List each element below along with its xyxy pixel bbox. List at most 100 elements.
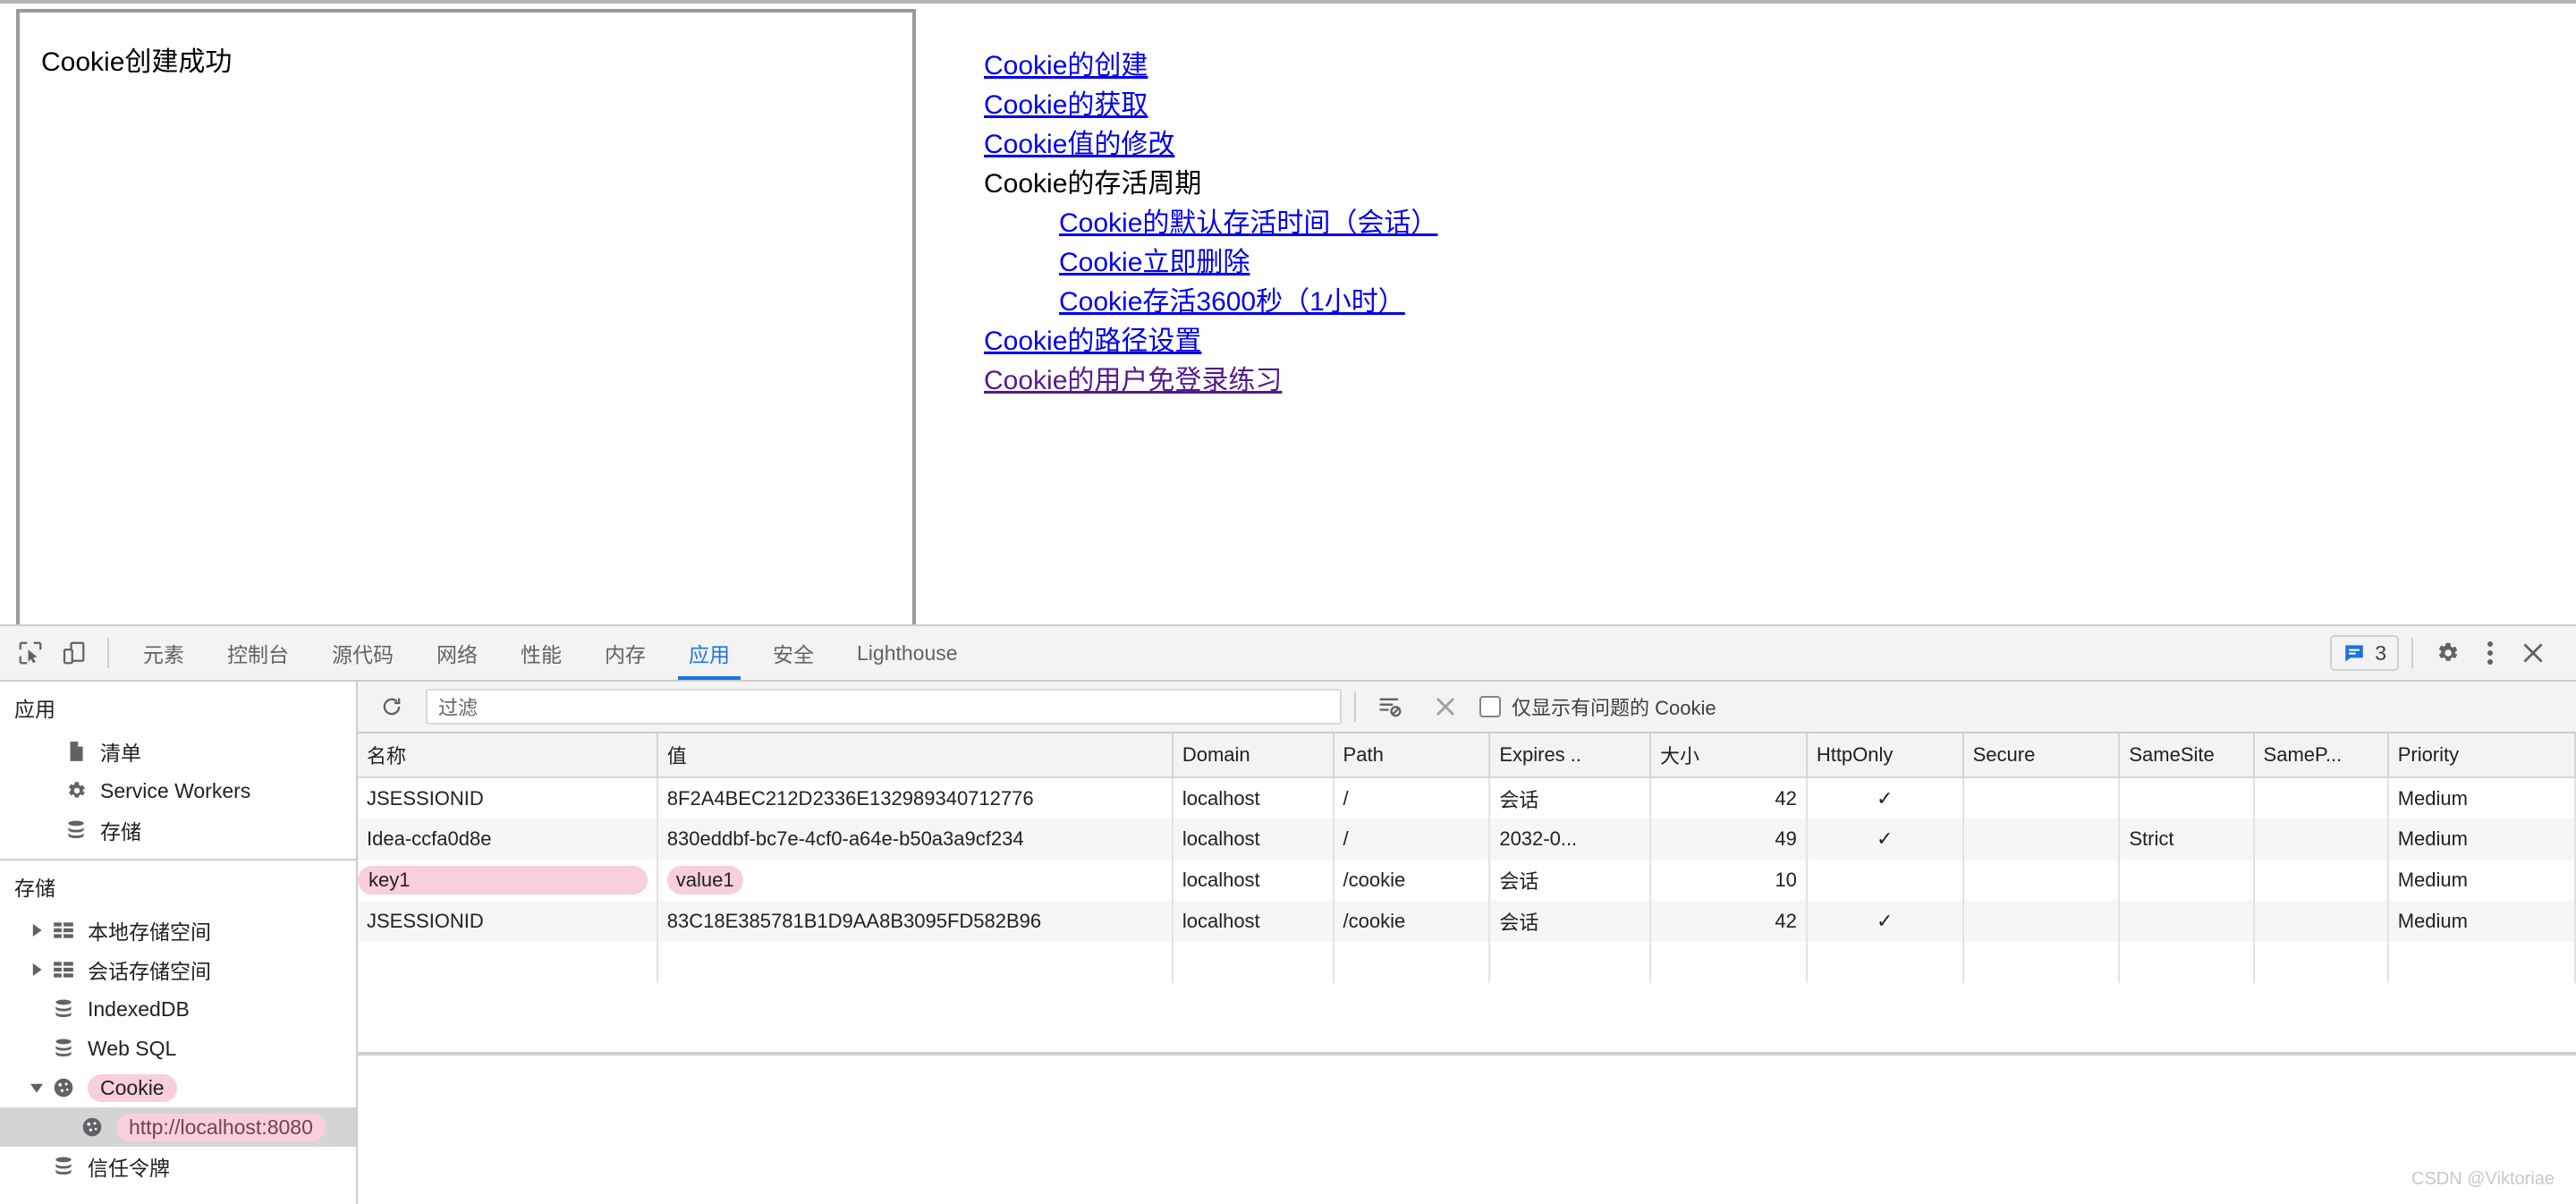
demo-link[interactable]: Cookie的默认存活时间（会话）	[1059, 208, 1437, 238]
cell-empty	[1172, 942, 1335, 983]
sidebar-item-indexeddb[interactable]: IndexedDB	[0, 989, 356, 1029]
sidebar-item-label: 清单	[100, 742, 141, 765]
sidebar-item--[interactable]: 清单	[0, 732, 356, 771]
cell-sameparty	[2253, 901, 2389, 942]
highlight-pill: key1	[358, 866, 648, 895]
only-show-problem-cookies-checkbox[interactable]: 仅显示有问题的 Cookie	[1479, 692, 1716, 721]
cell-value: 83C18E385781B1D9AA8B3095FD582B96	[657, 901, 1174, 942]
device-toolbar-icon[interactable]	[52, 632, 95, 674]
column-header[interactable]: Secure	[1962, 733, 2121, 778]
column-header[interactable]: 值	[657, 733, 1174, 778]
tab-lighthouse[interactable]: Lighthouse	[835, 626, 979, 680]
demo-link[interactable]: Cookie的获取	[984, 90, 1148, 120]
cell-path: /	[1333, 777, 1491, 818]
table-row[interactable]: key1 value1 localhost/cookie 会话 10 Medium	[358, 860, 2576, 901]
more-options-icon[interactable]	[2469, 632, 2512, 674]
demo-link-row: Cookie值的修改	[984, 125, 2236, 165]
column-header[interactable]: 大小	[1650, 733, 1808, 778]
column-header[interactable]: Expires ..	[1489, 733, 1652, 778]
sidebar-item-web-sql[interactable]: Web SQL	[0, 1029, 356, 1068]
demo-link[interactable]: Cookie的路径设置	[984, 326, 1201, 356]
message-count-badge[interactable]: 3	[2330, 635, 2399, 671]
column-header[interactable]: 名称	[358, 733, 658, 778]
table-row[interactable]: JSESSIONID 8F2A4BEC212D2336E1329893407127…	[358, 777, 2576, 818]
demo-link[interactable]: Cookie的创建	[984, 51, 1148, 81]
tab-源代码[interactable]: 源代码	[310, 626, 415, 680]
database-icon	[50, 996, 77, 1022]
clear-filter-icon[interactable]	[1368, 685, 1411, 728]
cell-size: 42	[1650, 901, 1808, 942]
column-header[interactable]: Domain	[1172, 733, 1335, 778]
demo-link[interactable]: Cookie值的修改	[984, 130, 1174, 159]
cookie-table-body: JSESSIONID 8F2A4BEC212D2336E1329893407127…	[358, 777, 2576, 983]
sidebar-item--[interactable]: 信任令牌	[0, 1147, 356, 1186]
tab-控制台[interactable]: 控制台	[206, 626, 310, 680]
toolbar-divider	[107, 638, 109, 668]
database-icon	[63, 817, 89, 844]
demo-link-row: Cookie的存活周期	[984, 165, 2236, 204]
chevron-right-icon[interactable]	[27, 963, 47, 976]
tab-性能[interactable]: 性能	[499, 626, 583, 680]
inspect-element-icon[interactable]	[9, 632, 52, 674]
filter-placeholder: 过滤	[438, 697, 479, 719]
tab-元素[interactable]: 元素	[122, 626, 206, 680]
demo-link-row: Cookie的路径设置	[984, 322, 2236, 361]
settings-gear-icon[interactable]	[2426, 632, 2469, 674]
demo-section-heading: Cookie的存活周期	[984, 169, 1202, 199]
cell-priority: Medium	[2387, 777, 2576, 818]
cell-empty	[1806, 942, 1964, 983]
cookie-table-header-row: 名称值 Domain Path Expires .. 大小 HttpOnly Secure S…	[358, 733, 2576, 778]
column-header[interactable]: HttpOnly	[1806, 733, 1964, 778]
table-filler-row	[358, 942, 2576, 983]
sidebar-item-cookie[interactable]: Cookie	[0, 1068, 356, 1107]
demo-link-row: Cookie立即删除	[984, 243, 2236, 283]
demo-link[interactable]: Cookie的用户免登录练习	[984, 366, 1282, 395]
column-header[interactable]: SameP...	[2253, 733, 2389, 778]
tab-网络[interactable]: 网络	[415, 626, 499, 680]
sidebar-item-http-localhost-8080[interactable]: http://localhost:8080	[0, 1107, 356, 1147]
cell-expires: 会话	[1489, 860, 1652, 901]
cell-value: 830eddbf-bc7e-4cf0-a64e-b50a3a9cf234	[657, 818, 1174, 860]
database-icon	[50, 1153, 77, 1180]
table-row[interactable]: JSESSIONID 83C18E385781B1D9AA8B3095FD582B…	[358, 901, 2576, 942]
cell-size: 49	[1650, 818, 1808, 860]
tab-内存[interactable]: 内存	[583, 626, 667, 680]
cell-path: /	[1333, 818, 1491, 860]
sidebar-item--[interactable]: 本地存储空间	[0, 911, 356, 950]
cell-priority: Medium	[2387, 901, 2576, 942]
table-row[interactable]: Idea-ccfa0d8e 830eddbf-bc7e-4cf0-a64e-b50…	[358, 818, 2576, 860]
checkbox-box[interactable]	[1479, 696, 1501, 717]
application-sidebar: 应用 清单 Service Workers 存储 存储 本地存储空间 会话存储空间 In…	[0, 682, 358, 1204]
sidebar-item--[interactable]: 会话存储空间	[0, 950, 356, 989]
chevron-down-icon[interactable]	[27, 1081, 47, 1094]
refresh-icon[interactable]	[370, 685, 413, 728]
sidebar-item-service-workers[interactable]: Service Workers	[0, 771, 356, 810]
cell-size: 10	[1650, 860, 1808, 901]
tab-应用[interactable]: 应用	[667, 626, 751, 680]
cell-secure	[1962, 860, 2121, 901]
demo-link[interactable]: Cookie存活3600秒（1小时）	[1059, 287, 1405, 317]
demo-link[interactable]: Cookie立即删除	[1059, 248, 1250, 277]
cell-sameparty	[2253, 777, 2389, 818]
database-icon	[50, 1035, 77, 1062]
filter-input[interactable]: 过滤	[426, 689, 1342, 725]
cell-secure	[1962, 901, 2121, 942]
clear-all-cookies-icon[interactable]	[1424, 685, 1467, 728]
tab-安全[interactable]: 安全	[751, 626, 835, 680]
column-header[interactable]: Path	[1333, 733, 1491, 778]
sidebar-item--[interactable]: 存储	[0, 810, 356, 850]
cell-domain: localhost	[1172, 860, 1335, 901]
column-header[interactable]: Priority	[2387, 733, 2576, 778]
cell-value: 8F2A4BEC212D2336E132989340712776	[657, 777, 1174, 818]
close-devtools-icon[interactable]	[2512, 632, 2555, 674]
toolbar-divider-2	[2411, 638, 2413, 668]
cookies-panel: 过滤 仅显示有问题的 Cookie 名称 值 Domain Path Expir…	[358, 682, 2576, 1204]
cell-samesite	[2119, 777, 2255, 818]
chevron-right-icon[interactable]	[27, 924, 47, 937]
cell-empty	[2119, 942, 2255, 983]
cell-path: /cookie	[1333, 901, 1491, 942]
sidebar-item-label: 会话存储空间	[88, 960, 211, 983]
column-header[interactable]: SameSite	[2119, 733, 2255, 778]
cookie-demo-link-list: Cookie的创建 Cookie的获取 Cookie值的修改 Cookie的存活周期 C…	[984, 47, 2236, 401]
iframe-message: Cookie创建成功	[41, 47, 233, 77]
